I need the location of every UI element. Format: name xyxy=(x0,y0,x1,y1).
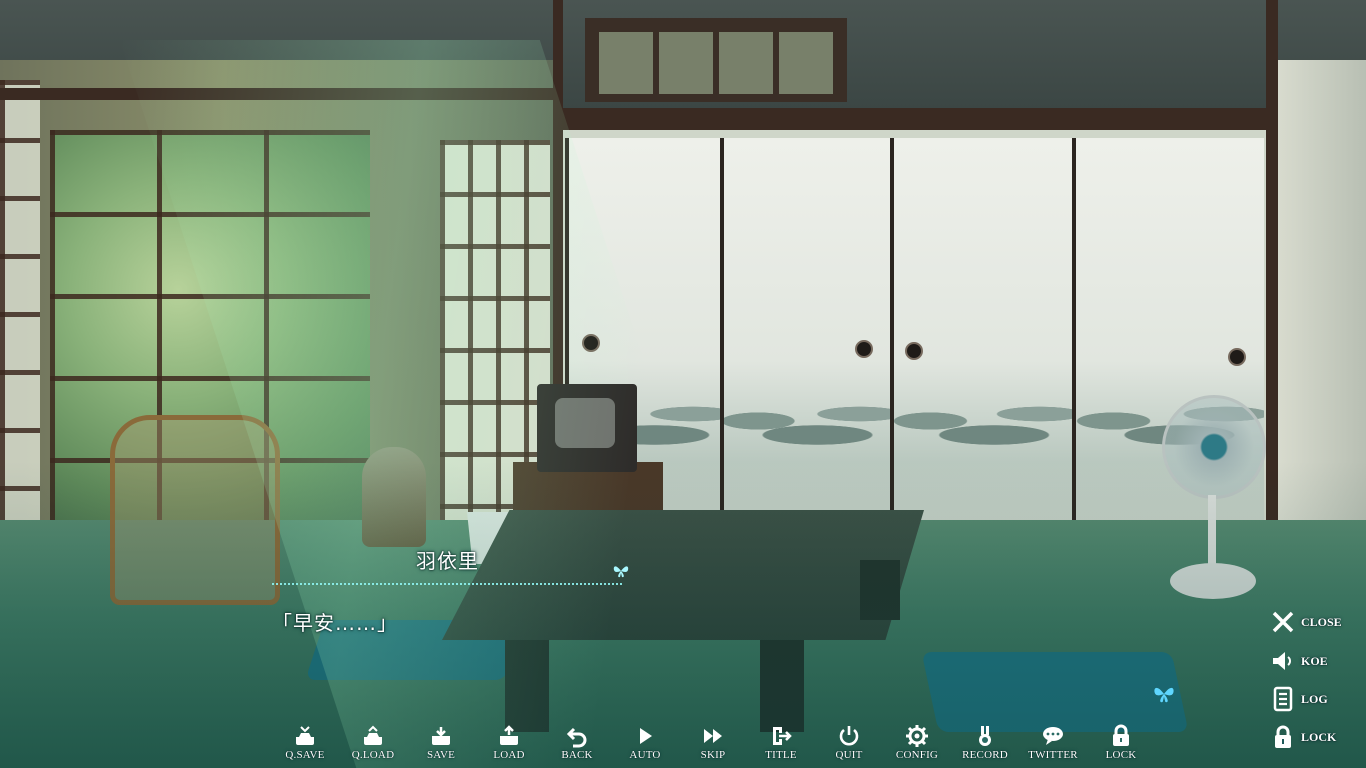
record-label: RECORD xyxy=(962,749,1008,761)
quick-load-button[interactable]: Q.LOAD xyxy=(348,724,398,768)
butterfly-icon xyxy=(612,562,630,585)
butterfly-icon xyxy=(1152,682,1176,712)
quick-save-label: Q.SAVE xyxy=(285,749,325,761)
save-label: SAVE xyxy=(426,749,456,761)
speaker-icon xyxy=(1273,652,1291,670)
medal-icon xyxy=(979,726,991,746)
side-lock-button[interactable]: LOCK xyxy=(1270,724,1362,750)
dialogue-text[interactable]: 「早安……」 xyxy=(272,607,398,636)
twitter-label: TWITTER xyxy=(1028,749,1078,761)
scene-vignette xyxy=(0,0,1366,768)
quit-label: QUIT xyxy=(835,749,863,761)
lock-icon xyxy=(1275,725,1291,748)
lock-side-label: LOCK xyxy=(1301,730,1337,744)
save-button[interactable]: SAVE xyxy=(416,724,466,768)
skip-label: SKIP xyxy=(700,749,726,761)
quick-load-icon xyxy=(364,725,382,745)
log-label: LOG xyxy=(1301,692,1328,706)
auto-play-icon xyxy=(640,728,652,744)
close-button[interactable]: CLOSE xyxy=(1270,609,1362,635)
config-button[interactable]: CONFIG xyxy=(892,724,942,768)
title-exit-icon xyxy=(773,727,792,745)
auto-button[interactable]: AUTO xyxy=(620,724,670,768)
auto-label: AUTO xyxy=(629,749,661,761)
load-label: LOAD xyxy=(493,749,525,761)
quick-save-button[interactable]: Q.SAVE xyxy=(280,724,330,768)
gear-icon xyxy=(906,725,928,747)
bottom-toolbar: Q.SAVE Q.LOAD SAVE LOAD BACK AUTO SKIP T… xyxy=(280,724,1140,768)
close-label: CLOSE xyxy=(1301,615,1342,629)
koe-label: KOE xyxy=(1301,654,1328,668)
load-button[interactable]: LOAD xyxy=(484,724,534,768)
back-button[interactable]: BACK xyxy=(552,724,602,768)
record-button[interactable]: RECORD xyxy=(960,724,1010,768)
background-scene xyxy=(0,0,1366,768)
title-button[interactable]: TITLE xyxy=(756,724,806,768)
lock-label: LOCK xyxy=(1105,749,1137,761)
quit-button[interactable]: QUIT xyxy=(824,724,874,768)
speaker-divider xyxy=(272,583,622,585)
load-icon xyxy=(500,725,518,745)
speaker-name: 羽依里 xyxy=(416,549,479,573)
title-label: TITLE xyxy=(765,749,797,761)
save-icon xyxy=(432,727,450,745)
back-icon xyxy=(566,727,587,748)
back-label: BACK xyxy=(561,749,593,761)
close-icon xyxy=(1272,611,1294,633)
lock-icon xyxy=(1113,724,1129,746)
skip-button[interactable]: SKIP xyxy=(688,724,738,768)
config-label: CONFIG xyxy=(895,749,939,761)
twitter-button[interactable]: TWITTER xyxy=(1028,724,1078,768)
log-icon xyxy=(1273,686,1293,712)
quick-load-label: Q.LOAD xyxy=(351,749,395,761)
log-button[interactable]: LOG xyxy=(1270,686,1362,712)
quick-save-icon xyxy=(296,726,314,745)
lock-button[interactable]: LOCK xyxy=(1096,724,1146,768)
koe-button[interactable]: KOE xyxy=(1270,648,1362,674)
power-icon xyxy=(839,726,859,746)
speech-bubble-icon xyxy=(1043,727,1063,745)
skip-icon xyxy=(704,729,722,743)
